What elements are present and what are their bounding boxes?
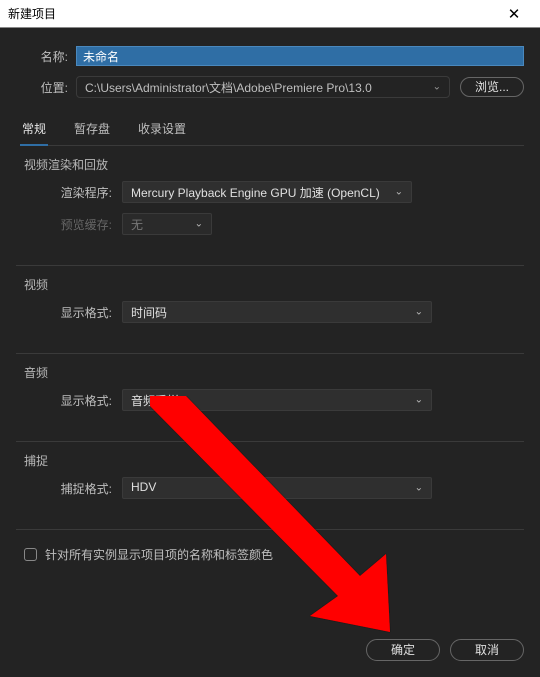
close-icon[interactable]: ✕ [496, 5, 532, 23]
chevron-down-icon: ⌄ [395, 187, 403, 198]
renderer-row: 渲染程序: Mercury Playback Engine GPU 加速 (Op… [24, 181, 518, 203]
dialog-title: 新建项目 [8, 5, 496, 22]
section-title-video: 视频 [24, 276, 518, 293]
preview-cache-select: 无 ⌄ [122, 213, 212, 235]
tab-ingest[interactable]: 收录设置 [136, 116, 188, 145]
video-display-row: 显示格式: 时间码 ⌄ [24, 301, 518, 323]
divider [16, 529, 524, 530]
show-names-label: 针对所有实例显示项目项的名称和标签颜色 [45, 546, 273, 563]
video-display-label: 显示格式: [52, 304, 122, 321]
capture-format-row: 捕捉格式: HDV ⌄ [24, 477, 518, 499]
chevron-down-icon: ⌄ [415, 395, 423, 406]
section-video: 视频 显示格式: 时间码 ⌄ [16, 266, 524, 339]
preview-cache-label: 预览缓存: [52, 216, 122, 233]
tab-scratch-disks[interactable]: 暂存盘 [72, 116, 112, 145]
show-names-row: 针对所有实例显示项目项的名称和标签颜色 [24, 546, 524, 563]
dialog-footer: 确定 取消 [366, 639, 524, 661]
header-form: 名称: 位置: C:\Users\Administrator\文档\Adobe\… [0, 28, 540, 98]
section-audio: 音频 显示格式: 音频采样 ⌄ [16, 354, 524, 427]
location-label: 位置: [16, 79, 76, 96]
section-title-audio: 音频 [24, 364, 518, 381]
renderer-label: 渲染程序: [52, 184, 122, 201]
preview-cache-row: 预览缓存: 无 ⌄ [24, 213, 518, 235]
renderer-select[interactable]: Mercury Playback Engine GPU 加速 (OpenCL) … [122, 181, 412, 203]
preview-cache-value: 无 [131, 218, 143, 232]
chevron-down-icon: ⌄ [195, 219, 203, 230]
tabstrip: 常规 暂存盘 收录设置 [20, 116, 524, 146]
capture-format-select[interactable]: HDV ⌄ [122, 477, 432, 499]
capture-format-value: HDV [131, 480, 156, 494]
section-title-capture: 捕捉 [24, 452, 518, 469]
dialog-body: 名称: 位置: C:\Users\Administrator\文档\Adobe\… [0, 28, 540, 563]
location-row: 位置: C:\Users\Administrator\文档\Adobe\Prem… [16, 76, 524, 98]
show-names-checkbox[interactable] [24, 548, 37, 561]
ok-button[interactable]: 确定 [366, 639, 440, 661]
browse-button[interactable]: 浏览... [460, 77, 524, 97]
name-input[interactable] [76, 46, 524, 66]
chevron-down-icon: ⌄ [415, 307, 423, 318]
cancel-button[interactable]: 取消 [450, 639, 524, 661]
section-title-video-render: 视频渲染和回放 [24, 156, 518, 173]
name-label: 名称: [16, 48, 76, 65]
audio-display-label: 显示格式: [52, 392, 122, 409]
chevron-down-icon: ⌄ [415, 483, 423, 494]
audio-display-value: 音频采样 [131, 394, 179, 408]
title-bar: 新建项目 ✕ [0, 0, 540, 28]
section-video-render: 视频渲染和回放 渲染程序: Mercury Playback Engine GP… [16, 146, 524, 251]
chevron-down-icon: ⌄ [433, 82, 441, 93]
video-display-select[interactable]: 时间码 ⌄ [122, 301, 432, 323]
audio-display-row: 显示格式: 音频采样 ⌄ [24, 389, 518, 411]
renderer-value: Mercury Playback Engine GPU 加速 (OpenCL) [131, 186, 380, 200]
section-capture: 捕捉 捕捉格式: HDV ⌄ [16, 442, 524, 515]
audio-display-select[interactable]: 音频采样 ⌄ [122, 389, 432, 411]
location-select[interactable]: C:\Users\Administrator\文档\Adobe\Premiere… [76, 76, 450, 98]
video-display-value: 时间码 [131, 306, 167, 320]
location-value: C:\Users\Administrator\文档\Adobe\Premiere… [85, 81, 372, 95]
name-row: 名称: [16, 46, 524, 66]
tab-general[interactable]: 常规 [20, 116, 48, 145]
capture-format-label: 捕捉格式: [52, 480, 122, 497]
